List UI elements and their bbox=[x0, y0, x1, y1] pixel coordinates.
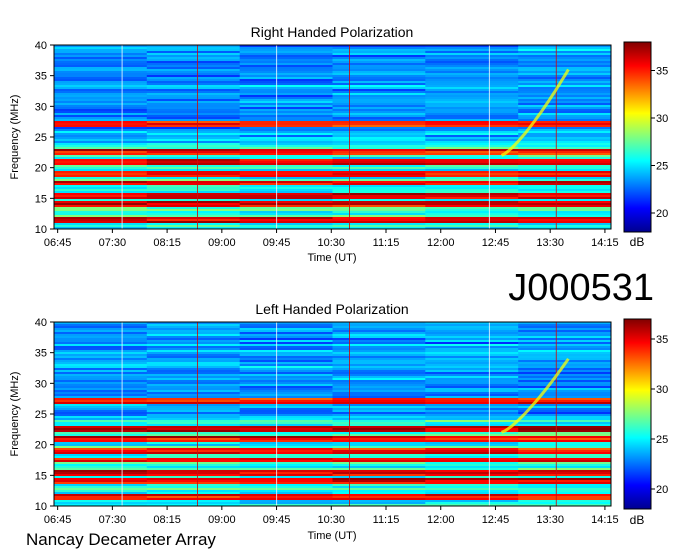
panel1-y-axis: 10 15 20 25 30 35 40 bbox=[35, 40, 54, 236]
x-tick-label: 14:15 bbox=[591, 514, 619, 526]
y-tick-label: 25 bbox=[35, 409, 47, 421]
panel2-title: Left Handed Polarization bbox=[255, 301, 408, 317]
panel2-ylabel: Frequency (MHz) bbox=[9, 372, 21, 457]
colorbar-tick-label: 35 bbox=[656, 334, 668, 346]
footer-label: Nancay Decameter Array bbox=[26, 530, 216, 549]
panel1-x-axis: 06:45 07:30 08:15 09:00 09:45 10:30 11:15 12:00… bbox=[44, 229, 619, 249]
x-tick-label: 11:15 bbox=[373, 514, 400, 526]
x-tick-label: 13:30 bbox=[536, 237, 564, 249]
y-tick-label: 15 bbox=[35, 193, 47, 205]
y-tick-label: 35 bbox=[35, 71, 47, 83]
x-tick-label: 08:15 bbox=[153, 514, 181, 526]
panel2-frequency-rows bbox=[54, 322, 612, 507]
x-tick-label: 09:00 bbox=[208, 514, 236, 526]
y-tick-label: 30 bbox=[35, 378, 47, 390]
panel2-colorbar: 20 25 30 35 dB bbox=[623, 318, 668, 527]
colorbar-tick-label: 25 bbox=[656, 434, 668, 446]
panel1-frequency-rows bbox=[54, 45, 612, 230]
y-tick-label: 40 bbox=[35, 317, 47, 329]
panel1-colorbar-label: dB bbox=[630, 235, 645, 249]
y-tick-label: 40 bbox=[35, 40, 47, 52]
x-tick-label: 06:45 bbox=[44, 237, 72, 249]
y-tick-label: 35 bbox=[35, 348, 47, 360]
panel1-heatmap bbox=[53, 44, 612, 230]
panel2-colorbar-ticks: 20 25 30 35 bbox=[651, 334, 668, 496]
x-tick-label: 10:30 bbox=[318, 514, 346, 526]
y-tick-label: 30 bbox=[35, 101, 47, 113]
x-tick-label: 12:00 bbox=[427, 237, 455, 249]
x-tick-label: 07:30 bbox=[99, 237, 127, 249]
colorbar-tick-label: 20 bbox=[656, 208, 668, 220]
y-tick-label: 20 bbox=[35, 440, 47, 452]
observation-id: J000531 bbox=[508, 267, 654, 309]
x-tick-label: 11:15 bbox=[373, 237, 400, 249]
panel2-y-axis: 10 15 20 25 30 35 40 bbox=[35, 317, 54, 513]
y-tick-label: 15 bbox=[35, 470, 47, 482]
x-tick-label: 09:00 bbox=[208, 237, 236, 249]
colorbar-tick-label: 35 bbox=[656, 66, 668, 78]
panel2-colorbar-label: dB bbox=[630, 513, 645, 527]
x-tick-label: 14:15 bbox=[591, 237, 619, 249]
spectrogram-figure: Right Handed Polarization 10 15 20 25 30 35 40… bbox=[9, 24, 668, 549]
panel1-colorbar: 20 25 30 35 dB bbox=[623, 41, 668, 249]
y-tick-label: 10 bbox=[35, 224, 47, 236]
panel1-ylabel: Frequency (MHz) bbox=[9, 95, 21, 180]
panel2-xlabel: Time (UT) bbox=[307, 530, 356, 542]
x-tick-label: 08:15 bbox=[153, 237, 181, 249]
y-tick-label: 10 bbox=[35, 501, 47, 513]
colorbar-tick-label: 25 bbox=[656, 161, 668, 173]
x-tick-label: 12:45 bbox=[482, 514, 510, 526]
panel2-heatmap bbox=[53, 321, 612, 507]
x-tick-label: 13:30 bbox=[536, 514, 564, 526]
y-tick-label: 20 bbox=[35, 163, 47, 175]
x-tick-label: 09:45 bbox=[263, 237, 291, 249]
x-tick-label: 07:30 bbox=[99, 514, 127, 526]
panel2-x-axis: 06:45 07:30 08:15 09:00 09:45 10:30 11:15 12:00… bbox=[44, 506, 619, 526]
x-tick-label: 06:45 bbox=[44, 514, 72, 526]
panel1-colorbar-ticks: 20 25 30 35 bbox=[651, 66, 668, 220]
colorbar-tick-label: 30 bbox=[656, 384, 668, 396]
colorbar-tick-label: 20 bbox=[656, 484, 668, 496]
x-tick-label: 12:45 bbox=[482, 237, 510, 249]
x-tick-label: 09:45 bbox=[263, 514, 291, 526]
x-tick-label: 10:30 bbox=[318, 237, 346, 249]
y-tick-label: 25 bbox=[35, 132, 47, 144]
x-tick-label: 12:00 bbox=[427, 514, 455, 526]
panel1-title: Right Handed Polarization bbox=[251, 24, 414, 40]
panel1-xlabel: Time (UT) bbox=[307, 252, 356, 264]
colorbar-tick-label: 30 bbox=[656, 113, 668, 125]
